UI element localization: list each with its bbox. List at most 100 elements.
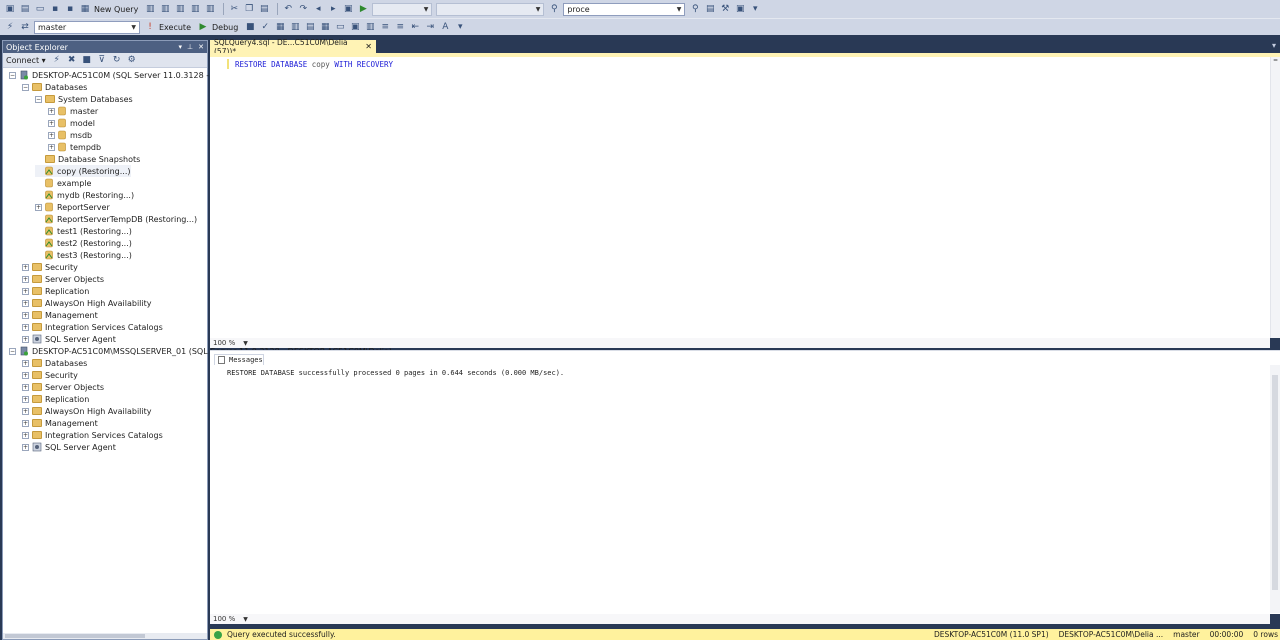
editor-zoom-level[interactable]: 100 % <box>213 339 235 347</box>
tree-node-test2-restoring[interactable]: test2 (Restoring...) <box>35 237 132 249</box>
database-engine-query-icon[interactable]: ▥ <box>144 3 156 15</box>
tree-node-example[interactable]: example <box>35 177 91 189</box>
expand-icon[interactable]: + <box>22 419 29 427</box>
tree-node-copy-restoring[interactable]: copy (Restoring...) <box>35 165 131 177</box>
tree-node-management[interactable]: + Management <box>22 417 98 429</box>
open-file-icon[interactable]: ▭ <box>34 3 46 15</box>
specify-template-values-icon[interactable]: A <box>439 21 451 33</box>
cancel-query-icon[interactable]: ■ <box>244 21 256 33</box>
activity-monitor-icon[interactable]: ⚙ <box>126 54 138 66</box>
include-actual-plan-icon[interactable]: ▣ <box>349 21 361 33</box>
tree-node-model[interactable]: + model <box>48 117 95 129</box>
expand-icon[interactable]: + <box>22 431 29 439</box>
results-zoom-level[interactable]: 100 % <box>213 615 235 623</box>
properties-icon[interactable]: ▤ <box>704 3 716 15</box>
cut-icon[interactable]: ✂ <box>228 3 240 15</box>
query-text[interactable]: RESTORE DATABASE copy WITH RECOVERY <box>235 60 393 69</box>
connect-icon[interactable]: ⚡ <box>4 21 16 33</box>
client-statistics-icon[interactable]: ▥ <box>364 21 376 33</box>
tree-node-msdb[interactable]: + msdb <box>48 129 92 141</box>
expand-icon[interactable]: + <box>22 335 29 343</box>
stop-icon[interactable]: ■ <box>81 54 93 66</box>
platform-combo[interactable]: ▼ <box>436 2 545 16</box>
tree-node-alwayson[interactable]: + AlwaysOn High Availability <box>22 297 152 309</box>
tree-node-security[interactable]: + Security <box>22 261 78 273</box>
tree-node-master[interactable]: + master <box>48 105 98 117</box>
results-to-text-icon[interactable]: ▤ <box>304 21 316 33</box>
expand-icon[interactable]: + <box>35 203 42 211</box>
execute-button[interactable]: Execute <box>159 23 191 32</box>
tab-sqlquery4[interactable]: SQLQuery4.sql - DE...C51C0M\Delia (57))*… <box>210 38 376 56</box>
decrease-indent-icon[interactable]: ⇤ <box>409 21 421 33</box>
horizontal-scrollbar[interactable] <box>3 633 207 639</box>
tab-list-icon[interactable]: ▾ <box>1272 41 1276 50</box>
expand-icon[interactable]: + <box>22 299 29 307</box>
tree-node-database-snapshots[interactable]: Database Snapshots <box>35 153 140 165</box>
expand-icon[interactable]: + <box>22 395 29 403</box>
tree-node-tempdb[interactable]: + tempdb <box>48 141 101 153</box>
window-layout-icon[interactable]: ▣ <box>734 3 746 15</box>
tree-node-server-objects[interactable]: + Server Objects <box>22 381 104 393</box>
available-databases-combo[interactable]: master ▼ <box>34 20 140 34</box>
start-debugging-icon[interactable]: ▶ <box>357 3 369 15</box>
tree-node-test1-restoring[interactable]: test1 (Restoring...) <box>35 225 132 237</box>
find-combo[interactable]: proce ▼ <box>563 2 686 16</box>
expand-icon[interactable]: + <box>22 323 29 331</box>
expand-icon[interactable]: + <box>22 275 29 283</box>
uncomment-icon[interactable]: ≡ <box>394 21 406 33</box>
results-to-file-icon[interactable]: ▭ <box>334 21 346 33</box>
solution-explorer-icon[interactable]: ▣ <box>342 3 354 15</box>
tree-node-integration-services[interactable]: + Integration Services Catalogs <box>22 429 163 441</box>
find-in-files-icon[interactable]: ⚲ <box>689 3 701 15</box>
new-project-icon[interactable]: ▣ <box>4 3 16 15</box>
results-vertical-scrollbar[interactable] <box>1270 365 1280 613</box>
split-icon[interactable]: ═ <box>1271 57 1280 64</box>
expand-icon[interactable]: + <box>22 383 29 391</box>
expand-icon[interactable]: + <box>22 287 29 295</box>
query-designer-icon[interactable]: ▥ <box>289 21 301 33</box>
expand-icon[interactable]: + <box>22 371 29 379</box>
display-estimated-plan-icon[interactable]: ▦ <box>274 21 286 33</box>
tree-node-alwayson[interactable]: + AlwaysOn High Availability <box>22 405 152 417</box>
copy-icon[interactable]: ❐ <box>243 3 255 15</box>
toolbar-options-icon[interactable]: ▾ <box>454 21 466 33</box>
comment-out-icon[interactable]: ≡ <box>379 21 391 33</box>
collapse-icon[interactable]: − <box>22 83 29 91</box>
tree-node-mydb-restoring[interactable]: mydb (Restoring...) <box>35 189 134 201</box>
close-tab-icon[interactable]: ✕ <box>365 42 372 51</box>
collapse-icon[interactable]: − <box>35 95 42 103</box>
parse-icon[interactable]: ✓ <box>259 21 271 33</box>
chevron-down-icon[interactable]: ▼ <box>243 616 248 623</box>
pin-icon[interactable]: ⊥ <box>187 43 193 51</box>
save-all-icon[interactable]: ▪ <box>64 3 76 15</box>
disconnect-icon[interactable]: ✖ <box>66 54 78 66</box>
connect-dropdown[interactable]: Connect ▾ <box>6 56 46 65</box>
tree-node-management[interactable]: + Management <box>22 309 98 321</box>
xmla-query-icon[interactable]: ▥ <box>204 3 216 15</box>
tree-node-system-databases[interactable]: − System Databases <box>35 93 133 105</box>
paste-icon[interactable]: ▤ <box>258 3 270 15</box>
undo-icon[interactable]: ↶ <box>282 3 294 15</box>
collapse-icon[interactable]: − <box>9 347 16 355</box>
navigate-back-icon[interactable]: ◂ <box>312 3 324 15</box>
expand-icon[interactable]: + <box>48 143 55 151</box>
tree-node-security[interactable]: + Security <box>22 369 78 381</box>
mdx-query-icon[interactable]: ▥ <box>174 3 186 15</box>
debug-button[interactable]: Debug <box>212 23 238 32</box>
tools-icon[interactable]: ⚒ <box>719 3 731 15</box>
filter-icon[interactable]: ⊽ <box>96 54 108 66</box>
expand-icon[interactable]: + <box>22 407 29 415</box>
results-to-grid-icon[interactable]: ▦ <box>319 21 331 33</box>
editor-vertical-scrollbar[interactable]: ═ <box>1270 57 1280 338</box>
solution-config-combo[interactable]: ▼ <box>372 2 433 16</box>
dmx-query-icon[interactable]: ▥ <box>189 3 201 15</box>
tree-node-databases[interactable]: − Databases <box>22 81 87 93</box>
navigate-forward-icon[interactable]: ▸ <box>327 3 339 15</box>
tree-node-test3-restoring[interactable]: test3 (Restoring...) <box>35 249 132 261</box>
tree-node-replication[interactable]: + Replication <box>22 393 89 405</box>
collapse-icon[interactable]: − <box>9 71 16 79</box>
tree-node-replication[interactable]: + Replication <box>22 285 89 297</box>
expand-icon[interactable]: + <box>22 443 29 451</box>
tree-node-sql-server-agent[interactable]: + SQL Server Agent <box>22 441 116 453</box>
analysis-query-icon[interactable]: ▥ <box>159 3 171 15</box>
